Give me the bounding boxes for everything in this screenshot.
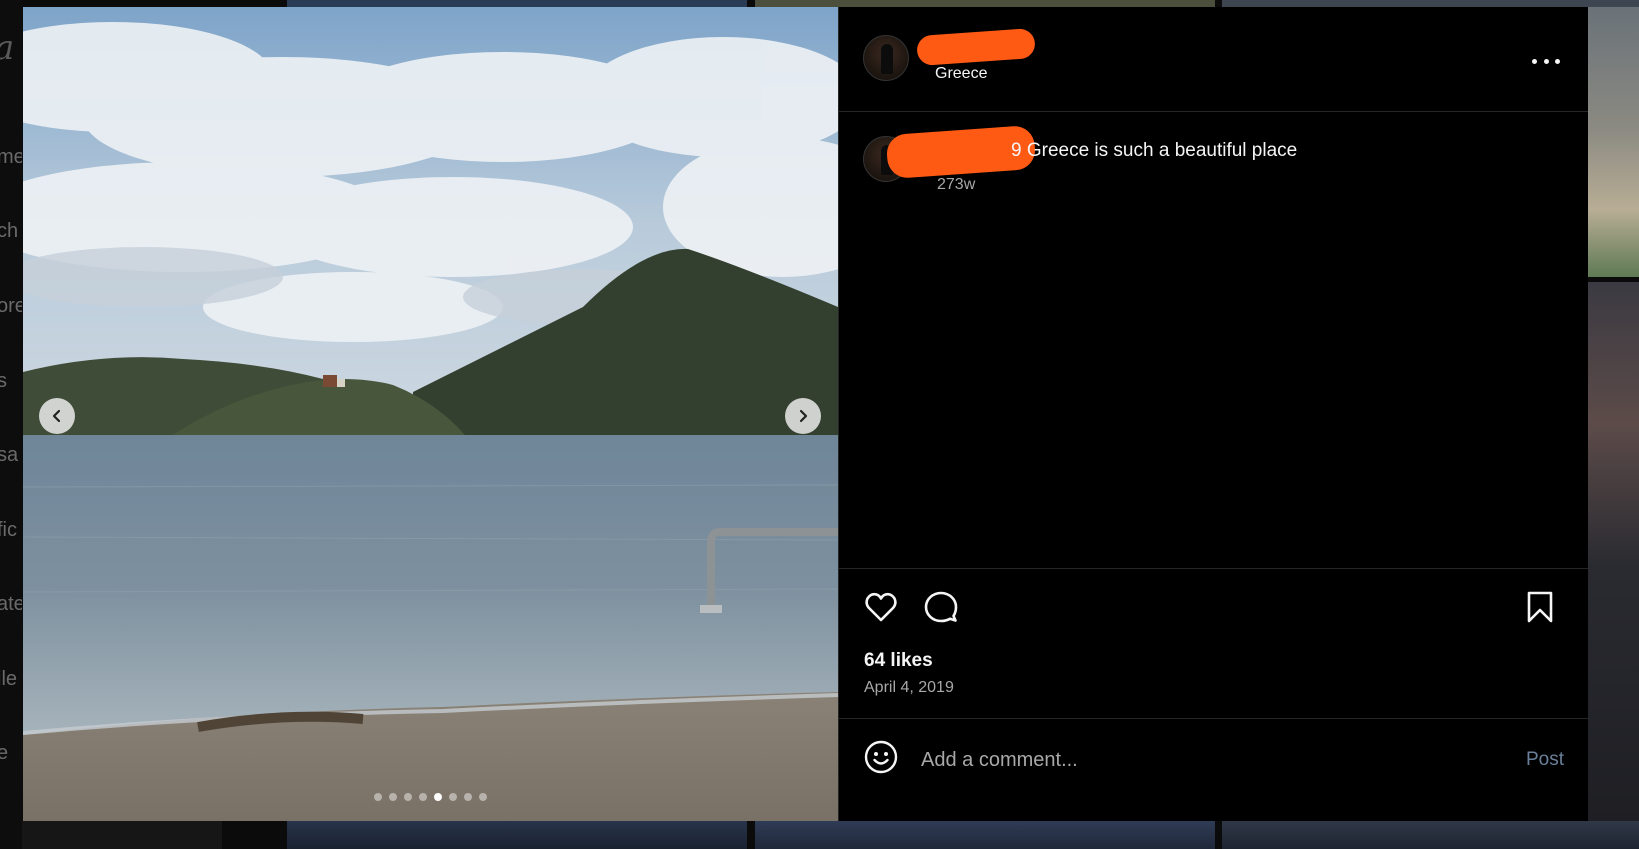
- carousel-next-button[interactable]: [785, 398, 821, 434]
- like-button[interactable]: [863, 589, 899, 625]
- background-nav-fragment: ile: [0, 668, 18, 690]
- carousel-dot: [389, 793, 397, 801]
- comment-button[interactable]: [923, 589, 959, 625]
- caption-text: 9 Greece is such a beautiful place: [1011, 140, 1298, 161]
- post-comment-button[interactable]: Post: [1526, 749, 1564, 771]
- post-header: Greece: [839, 7, 1588, 112]
- background-grid-tile: [755, 821, 1215, 849]
- carousel-dot: [374, 793, 382, 801]
- carousel-indicator: [23, 793, 838, 801]
- caption-age: 273w: [937, 176, 976, 193]
- background-nav-fragment: fic: [0, 519, 17, 541]
- post-location[interactable]: Greece: [935, 65, 987, 83]
- background-nav-fragment: s: [0, 370, 7, 392]
- carousel-prev-button[interactable]: [39, 398, 75, 434]
- background-nav-fragment: sa: [0, 444, 19, 466]
- author-avatar[interactable]: [863, 35, 909, 81]
- background-nav-fragment: ate: [0, 593, 22, 615]
- carousel-dot: [419, 793, 427, 801]
- smiley-icon: [864, 740, 898, 774]
- post-actions: 64 likes April 4, 2019: [839, 568, 1588, 718]
- redacted-username: [916, 27, 1036, 67]
- background-grid-tile: [22, 821, 222, 849]
- post-photo: [23, 7, 838, 821]
- background-nav-fragment: me: [0, 146, 22, 168]
- comment-bar: Post: [839, 718, 1588, 821]
- post-media: [23, 7, 838, 821]
- chevron-right-icon: [799, 409, 808, 423]
- background-grid-tile: [755, 0, 1215, 7]
- background-nav-fragment: e: [0, 742, 9, 764]
- background-grid-tile: [287, 0, 747, 7]
- emoji-button[interactable]: [863, 739, 899, 775]
- post-modal: Greece 9 Greece is such a beautiful plac…: [23, 7, 1588, 821]
- post-details-panel: Greece 9 Greece is such a beautiful plac…: [838, 7, 1588, 821]
- ellipsis-icon: [1555, 58, 1560, 64]
- carousel-dot: [404, 793, 412, 801]
- ellipsis-icon: [1532, 58, 1537, 64]
- background-grid-tile: [1588, 7, 1639, 277]
- speech-bubble-icon: [924, 591, 958, 623]
- bookmark-icon: [1527, 591, 1553, 623]
- save-button[interactable]: [1522, 589, 1558, 625]
- background-nav-fragment: ch: [0, 220, 19, 242]
- background-nav-fragment: ore: [0, 295, 22, 317]
- heart-icon: [865, 592, 897, 622]
- background-logo-fragment: a: [0, 28, 14, 68]
- chevron-left-icon: [52, 409, 61, 423]
- background-grid-tile: [1222, 821, 1639, 849]
- ellipsis-icon: [1543, 58, 1549, 64]
- likes-count[interactable]: 64 likes: [864, 650, 933, 672]
- comment-input[interactable]: [921, 743, 1481, 777]
- carousel-dot: [434, 793, 442, 801]
- carousel-dot: [479, 793, 487, 801]
- background-sidebar: a me ch ore s sa fic ate ile e: [0, 0, 22, 849]
- more-options-button[interactable]: [1532, 51, 1560, 71]
- background-grid-tile: [287, 821, 747, 849]
- carousel-dot: [464, 793, 472, 801]
- background-grid-tile: [1588, 282, 1639, 849]
- carousel-dot: [449, 793, 457, 801]
- background-grid-tile: [1222, 0, 1639, 7]
- post-date: April 4, 2019: [864, 679, 954, 696]
